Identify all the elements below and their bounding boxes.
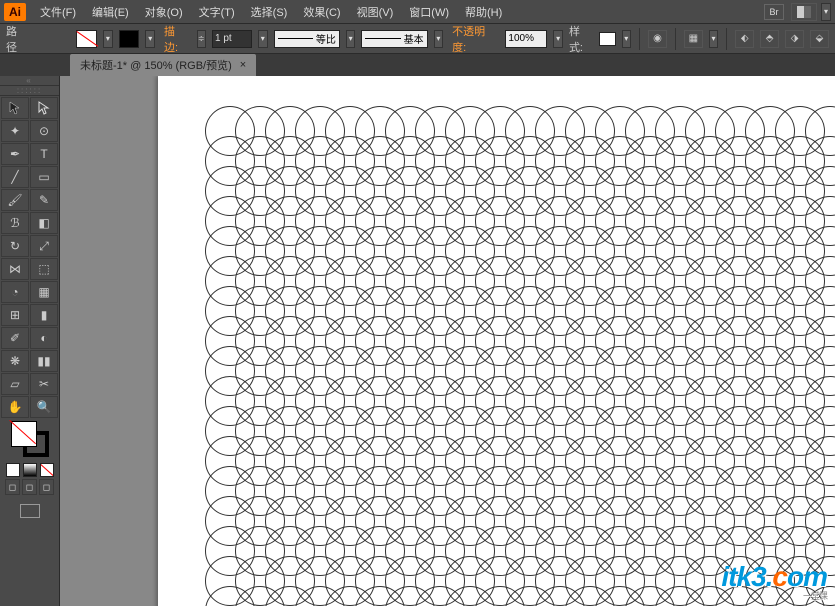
menu-text[interactable]: 文字(T) [191, 1, 243, 23]
draw-inside-button[interactable]: ◻ [39, 479, 54, 495]
line-tool[interactable]: ╱ [1, 166, 29, 188]
gradient-mode-button[interactable] [23, 463, 37, 477]
app-logo: Ai [4, 3, 26, 21]
rotate-tool[interactable]: ↻ [1, 235, 29, 257]
menu-effect[interactable]: 效果(C) [295, 1, 348, 23]
toolbox-handle[interactable]: « [0, 76, 59, 86]
blend-tool[interactable]: ◐ [30, 327, 58, 349]
bridge-button[interactable]: Br [764, 4, 784, 20]
graphic-style-dropdown[interactable]: ▾ [622, 30, 632, 48]
menu-view[interactable]: 视图(V) [349, 1, 402, 23]
align-panel-icon[interactable]: ▦ [684, 30, 703, 48]
perspective-tool[interactable]: ▦ [30, 281, 58, 303]
opacity-dropdown[interactable]: ▾ [553, 30, 563, 48]
brush-def-selector[interactable]: 基本 [361, 30, 427, 48]
opacity-input[interactable] [505, 30, 547, 48]
brush-tool[interactable]: 🖌 [1, 189, 29, 211]
style-label: 样式: [569, 23, 593, 55]
document-tab[interactable]: 未标题-1* @ 150% (RGB/预览) × [70, 54, 256, 76]
opacity-label[interactable]: 不透明度: [449, 23, 499, 55]
fill-stroke-indicator[interactable] [5, 421, 54, 459]
type-tool[interactable]: T [30, 143, 58, 165]
stroke-weight-dropdown[interactable]: ▾ [258, 30, 268, 48]
arrange-docs-button[interactable] [791, 3, 817, 21]
fill-swatch[interactable] [76, 30, 97, 48]
arrange-docs-dropdown[interactable]: ▾ [821, 3, 831, 21]
menu-object[interactable]: 对象(O) [137, 1, 191, 23]
pen-tool[interactable]: ✒ [1, 143, 29, 165]
symbol-sprayer-tool[interactable]: ❋ [1, 350, 29, 372]
recolor-icon[interactable]: ◉ [648, 30, 667, 48]
color-mode-button[interactable] [6, 463, 20, 477]
magic-wand-tool[interactable]: ✦ [1, 120, 29, 142]
lasso-tool[interactable]: ⊙ [30, 120, 58, 142]
gradient-tool[interactable]: ▮ [30, 304, 58, 326]
toolbox-panel: « :::::: ✦ ⊙ ✒ T ╱ ▭ 🖌 ✎ ℬ ◧ ↻ ⤢ ⋈ ⬚ ◔ ▦… [0, 76, 60, 606]
toolbox-grip[interactable]: :::::: [0, 86, 59, 96]
hand-tool[interactable]: ✋ [1, 396, 29, 418]
stroke-label[interactable]: 描边: [161, 23, 191, 55]
canvas-area[interactable]: itk3.com 一堂课 [60, 76, 835, 606]
selection-type-label: 路径 [6, 23, 27, 55]
fill-dropdown[interactable]: ▾ [103, 30, 113, 48]
watermark: itk3.com 一堂课 [721, 561, 827, 602]
stroke-weight-stepper[interactable]: ≑ [197, 30, 207, 48]
width-tool[interactable]: ⋈ [1, 258, 29, 280]
menu-window[interactable]: 窗口(W) [401, 1, 457, 23]
zoom-tool[interactable]: 🔍 [30, 396, 58, 418]
graphic-style-swatch[interactable] [599, 32, 616, 46]
align-top-icon[interactable]: ⬙ [810, 30, 829, 48]
align-left-icon[interactable]: ⬖ [735, 30, 754, 48]
stroke-weight-input[interactable] [212, 30, 252, 48]
selection-tool[interactable] [1, 97, 29, 119]
width-profile-dropdown[interactable]: ▾ [346, 30, 356, 48]
graph-tool[interactable]: ▮▮ [30, 350, 58, 372]
shape-builder-tool[interactable]: ◔ [1, 281, 29, 303]
align-right-icon[interactable]: ⬗ [785, 30, 804, 48]
none-mode-button[interactable] [40, 463, 54, 477]
align-hcenter-icon[interactable]: ⬘ [760, 30, 779, 48]
pencil-tool[interactable]: ✎ [30, 189, 58, 211]
workspace: « :::::: ✦ ⊙ ✒ T ╱ ▭ 🖌 ✎ ℬ ◧ ↻ ⤢ ⋈ ⬚ ◔ ▦… [0, 76, 835, 606]
draw-behind-button[interactable]: ◻ [22, 479, 37, 495]
menu-help[interactable]: 帮助(H) [457, 1, 510, 23]
free-transform-tool[interactable]: ⬚ [30, 258, 58, 280]
blob-brush-tool[interactable]: ℬ [1, 212, 29, 234]
menu-select[interactable]: 选择(S) [243, 1, 296, 23]
direct-selection-tool[interactable] [30, 97, 58, 119]
width-profile-label: 等比 [316, 31, 336, 46]
eraser-tool[interactable]: ◧ [30, 212, 58, 234]
brush-def-label: 基本 [404, 31, 424, 46]
artwork-circles [205, 106, 835, 606]
fill-indicator[interactable] [11, 421, 37, 447]
slice-tool[interactable]: ✂ [30, 373, 58, 395]
mesh-tool[interactable]: ⊞ [1, 304, 29, 326]
document-tab-title: 未标题-1* @ 150% (RGB/预览) [80, 57, 232, 73]
menu-bar: Ai 文件(F) 编辑(E) 对象(O) 文字(T) 选择(S) 效果(C) 视… [0, 0, 835, 24]
stroke-swatch[interactable] [119, 30, 140, 48]
align-dropdown[interactable]: ▾ [709, 30, 719, 48]
artboard-tool[interactable]: ▱ [1, 373, 29, 395]
eyedropper-tool[interactable]: ✐ [1, 327, 29, 349]
document-tab-bar: 未标题-1* @ 150% (RGB/预览) × [0, 54, 835, 76]
scale-tool[interactable]: ⤢ [30, 235, 58, 257]
draw-normal-button[interactable]: ◻ [5, 479, 20, 495]
brush-def-dropdown[interactable]: ▾ [434, 30, 444, 48]
width-profile-selector[interactable]: 等比 [274, 30, 340, 48]
tab-close-button[interactable]: × [240, 59, 246, 71]
stroke-dropdown[interactable]: ▾ [145, 30, 155, 48]
menu-file[interactable]: 文件(F) [32, 1, 84, 23]
screen-mode-button[interactable] [1, 500, 58, 522]
menu-edit[interactable]: 编辑(E) [84, 1, 137, 23]
rectangle-tool[interactable]: ▭ [30, 166, 58, 188]
control-bar: 路径 ▾ ▾ 描边: ≑ ▾ 等比 ▾ 基本 ▾ 不透明度: ▾ 样式: ▾ ◉… [0, 24, 835, 54]
